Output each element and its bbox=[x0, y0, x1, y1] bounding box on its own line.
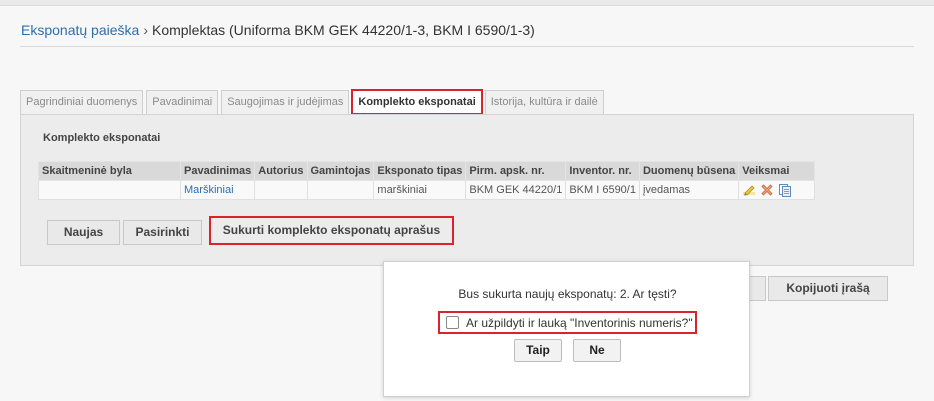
confirm-dialog: Bus sukurta naujų eksponatų: 2. Ar tęsti… bbox=[383, 261, 750, 397]
column-header: Eksponato tipas bbox=[373, 161, 467, 181]
cell-name-link[interactable]: Marškiniai bbox=[179, 180, 256, 200]
edit-icon[interactable] bbox=[742, 183, 756, 197]
cell-primary-no: BKM GEK 44220/1 bbox=[465, 180, 567, 200]
cell-manufacturer bbox=[306, 180, 375, 200]
copy-record-button[interactable]: Kopijuoti įrašą bbox=[768, 276, 888, 301]
column-header: Pirm. apsk. nr. bbox=[465, 161, 567, 181]
column-header: Inventor. nr. bbox=[565, 161, 640, 181]
column-header: Pavadinimas bbox=[179, 161, 256, 181]
page: Eksponatų paieška › Komplektas (Uniforma B… bbox=[0, 0, 934, 401]
breadcrumb-current: Komplektas (Uniforma BKM GEK 44220/1-3, … bbox=[151, 22, 535, 38]
column-header: Veiksmai bbox=[738, 161, 816, 181]
tab-set-items[interactable]: Komplekto eksponatai bbox=[351, 89, 483, 115]
panel-title: Komplekto eksponatai bbox=[43, 132, 161, 144]
breadcrumb-separator: › bbox=[143, 22, 148, 38]
set-items-table: Skaitmeninė byla Pavadinimas Autorius Ga… bbox=[38, 161, 816, 200]
cell-item-type: marškiniai bbox=[373, 180, 467, 200]
create-set-items-button[interactable]: Sukurti komplekto eksponatų aprašus bbox=[209, 216, 454, 245]
dialog-message: Bus sukurta naujų eksponatų: 2. Ar tęsti… bbox=[458, 287, 677, 301]
new-button[interactable]: Naujas bbox=[47, 220, 120, 245]
column-header: Skaitmeninė byla bbox=[38, 161, 181, 181]
tab-names[interactable]: Pavadinimai bbox=[146, 90, 219, 114]
cell-inventory-no: BKM I 6590/1 bbox=[565, 180, 640, 200]
column-header: Gamintojas bbox=[306, 161, 375, 181]
delete-icon[interactable] bbox=[760, 183, 774, 197]
copy-icon[interactable] bbox=[778, 183, 792, 197]
select-button[interactable]: Pasirinkti bbox=[123, 220, 202, 245]
divider bbox=[20, 46, 914, 47]
tab-storage[interactable]: Saugojimas ir judėjimas bbox=[221, 90, 350, 114]
set-items-panel: Komplekto eksponatai Skaitmeninė byla Pa… bbox=[20, 114, 914, 266]
column-header: Duomenų būsena bbox=[638, 161, 740, 181]
top-bar bbox=[0, 0, 934, 6]
cell-digital-file bbox=[38, 180, 181, 200]
fill-inventory-label[interactable]: Ar užpildyti ir lauką "Inventorinis nume… bbox=[466, 316, 693, 330]
cell-actions bbox=[738, 180, 816, 200]
breadcrumb: Eksponatų paieška › Komplektas (Uniforma B… bbox=[21, 22, 535, 38]
yes-button[interactable]: Taip bbox=[514, 339, 562, 362]
column-header: Autorius bbox=[254, 161, 308, 181]
breadcrumb-link-search[interactable]: Eksponatų paieška bbox=[21, 22, 139, 38]
table-header-row: Skaitmeninė byla Pavadinimas Autorius Ga… bbox=[38, 161, 816, 181]
fill-inventory-checkbox[interactable] bbox=[446, 316, 459, 329]
tab-history[interactable]: Istorija, kultūra ir dailė bbox=[484, 90, 604, 114]
cell-author bbox=[254, 180, 308, 200]
cell-data-status: įvedamas bbox=[638, 180, 740, 200]
fill-inventory-option: Ar užpildyti ir lauką "Inventorinis nume… bbox=[438, 311, 697, 334]
tab-main-data[interactable]: Pagrindiniai duomenys bbox=[20, 90, 144, 114]
no-button[interactable]: Ne bbox=[573, 339, 621, 362]
tab-bar: Pagrindiniai duomenys Pavadinimai Saugoj… bbox=[20, 89, 607, 115]
table-row: Marškiniai marškiniai BKM GEK 44220/1 BK… bbox=[38, 180, 816, 200]
